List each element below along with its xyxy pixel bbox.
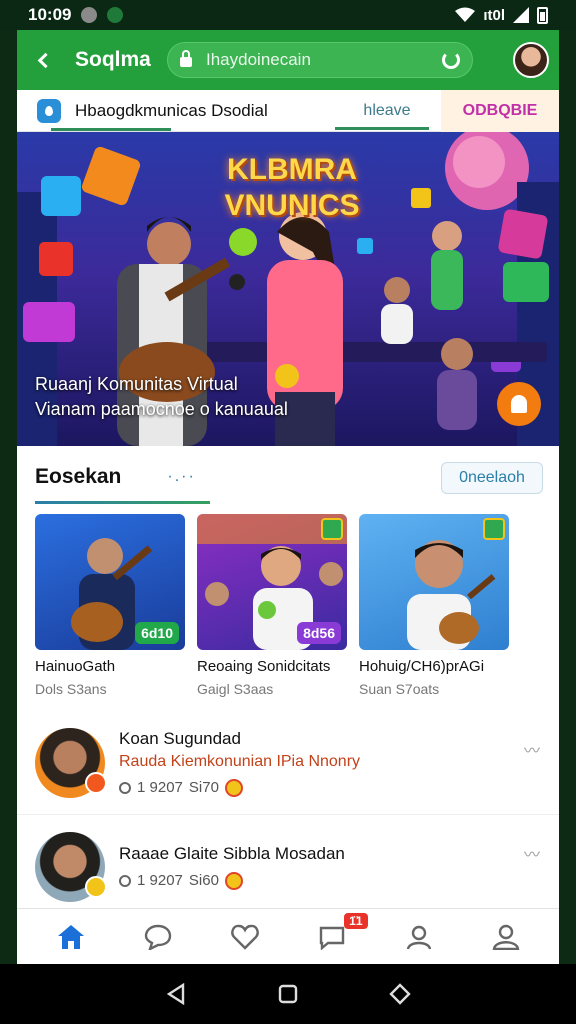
back-button[interactable] bbox=[31, 46, 59, 74]
status-bar: 10:09 ıt0l bbox=[0, 0, 576, 30]
notification-icon bbox=[81, 7, 98, 23]
members-icon bbox=[119, 874, 131, 887]
battery-icon bbox=[537, 6, 548, 24]
app-title: Soqlma bbox=[75, 48, 151, 71]
user-avatar[interactable] bbox=[513, 42, 549, 78]
bottom-nav: 1̈1 bbox=[17, 908, 559, 964]
reload-icon[interactable] bbox=[442, 51, 460, 69]
hero-caption-line2: Vianam paamocnoe o kanuaual bbox=[35, 399, 288, 419]
sub-bar-title: Hbaogdkmunicas Dsodial bbox=[75, 100, 268, 120]
members-icon bbox=[119, 781, 131, 794]
app-window: Soqlma Ihaydoinecain Hbaogdkmunicas Dsod… bbox=[17, 30, 559, 964]
community-list: Koan Sugundad Rauda Kiemkonunian IPia Nn… bbox=[17, 711, 559, 919]
list-item-meta: 1 9207 Si70 bbox=[119, 778, 541, 797]
section-title: Eosekan bbox=[35, 465, 122, 488]
card-subtitle: Gaigl S3aas bbox=[197, 681, 274, 697]
meta-size: Si70 bbox=[188, 779, 219, 796]
meta-count: 1 9207 bbox=[137, 872, 183, 889]
list-item-subtitle: Rauda Kiemkonunian IPia Nnonry bbox=[119, 752, 361, 770]
hero-title-line2: VNUNICS bbox=[224, 189, 360, 222]
wifi-icon bbox=[455, 7, 476, 22]
hero-action-button[interactable] bbox=[497, 382, 541, 426]
tab-active[interactable]: hleave bbox=[335, 90, 439, 132]
section-indicator: ·.·· bbox=[167, 468, 196, 485]
card-item[interactable]: 6d10 HainuoGath Dols S3ans bbox=[35, 514, 185, 697]
more-options-icon[interactable]: 〰 bbox=[524, 737, 540, 761]
status-time: 10:09 bbox=[28, 5, 72, 24]
list-item-title: Raaae Glaite Sibbla Mosadan bbox=[119, 843, 345, 863]
avatar-badge-icon bbox=[85, 875, 107, 898]
emoji-icon bbox=[224, 778, 243, 797]
lock-icon bbox=[180, 50, 192, 67]
card-thumbnail: 6d10 bbox=[35, 514, 185, 650]
card-corner-icon bbox=[483, 518, 505, 540]
list-item-meta: 1 9207 Si60 bbox=[119, 871, 541, 890]
hero-banner[interactable]: KLBMRA VNUNICS Ruaanj Komunitas Virtual … bbox=[17, 132, 559, 446]
list-item-avatar bbox=[35, 831, 107, 902]
emoji-icon bbox=[224, 871, 243, 890]
signal-text: ıt0l bbox=[483, 6, 505, 24]
tab-underline bbox=[51, 128, 171, 131]
message-icon bbox=[319, 926, 344, 950]
list-item-body: Raaae Glaite Sibbla Mosadan 1 9207 Si60 bbox=[119, 844, 541, 890]
meta-count: 1 9207 bbox=[137, 779, 183, 796]
app-info-icon bbox=[37, 98, 61, 123]
list-item[interactable]: Raaae Glaite Sibbla Mosadan 1 9207 Si60 … bbox=[17, 815, 559, 919]
card-thumbnail: 8d56 bbox=[197, 514, 347, 650]
nav-chat[interactable] bbox=[138, 917, 178, 957]
back-triangle-icon[interactable] bbox=[165, 983, 187, 1005]
person-icon bbox=[406, 925, 431, 949]
tab-highlight[interactable]: ODBQBIE bbox=[441, 90, 559, 132]
section-underline bbox=[35, 501, 210, 504]
card-corner-icon bbox=[321, 518, 343, 540]
nav-home[interactable] bbox=[51, 917, 91, 957]
card-row: 6d10 HainuoGath Dols S3ans 8d56 Reoaing bbox=[17, 508, 559, 697]
card-title: Reoaing Sonidcitats bbox=[197, 658, 331, 675]
nav-favorites[interactable] bbox=[225, 917, 265, 957]
sub-bar: Hbaogdkmunicas Dsodial hleave ODBQBIE bbox=[17, 90, 559, 132]
list-item[interactable]: Koan Sugundad Rauda Kiemkonunian IPia Nn… bbox=[17, 711, 559, 815]
more-options-icon[interactable]: 〰 bbox=[524, 841, 540, 865]
system-nav-bar bbox=[0, 964, 576, 1024]
status-indicators: ıt0l bbox=[455, 6, 548, 24]
home-square-icon[interactable] bbox=[277, 983, 299, 1005]
card-badge: 6d10 bbox=[135, 622, 179, 644]
hero-banner-title: KLBMRA VNUNICS bbox=[207, 152, 377, 224]
home-icon bbox=[57, 924, 84, 949]
app-notification-icon bbox=[107, 7, 124, 23]
back-chevron-icon bbox=[37, 52, 53, 68]
signal-icon bbox=[513, 7, 529, 23]
top-bar: Soqlma Ihaydoinecain bbox=[17, 30, 559, 90]
hero-caption: Ruaanj Komunitas Virtual Vianam paamocno… bbox=[35, 374, 288, 420]
card-title: HainuoGath bbox=[35, 658, 116, 675]
card-thumbnail bbox=[359, 514, 509, 650]
nav-messages[interactable]: 1̈1 bbox=[312, 912, 368, 957]
list-item-title: Koan Sugundad bbox=[119, 728, 241, 748]
section-action-button[interactable]: 0neelaoh bbox=[441, 462, 543, 494]
card-item[interactable]: Hohuig/CH6)prAGi Suan S7oats bbox=[359, 514, 509, 697]
card-subtitle: Suan S7oats bbox=[359, 681, 440, 697]
message-count-badge: 1̈1 bbox=[344, 912, 368, 929]
nav-friends[interactable] bbox=[399, 917, 439, 957]
hero-caption-line1: Ruaanj Komunitas Virtual bbox=[35, 374, 238, 394]
url-bar[interactable]: Ihaydoinecain bbox=[167, 42, 473, 78]
recents-diamond-icon[interactable] bbox=[389, 983, 411, 1005]
card-subtitle: Dols S3ans bbox=[35, 681, 107, 697]
card-badge: 8d56 bbox=[297, 622, 341, 644]
meta-size: Si60 bbox=[188, 872, 219, 889]
avatar-badge-icon bbox=[85, 771, 107, 794]
list-item-avatar bbox=[35, 727, 107, 798]
nav-profile[interactable] bbox=[486, 917, 526, 957]
card-title: Hohuig/CH6)prAGi bbox=[359, 658, 485, 675]
url-text: Ihaydoinecain bbox=[206, 50, 311, 69]
profile-icon bbox=[492, 924, 519, 950]
hero-title-line1: KLBMRA bbox=[227, 153, 357, 186]
heart-icon bbox=[230, 924, 259, 950]
list-item-body: Koan Sugundad Rauda Kiemkonunian IPia Nn… bbox=[119, 729, 541, 797]
chat-bubble-icon bbox=[144, 924, 171, 950]
section-header: Eosekan ·.·· 0neelaoh bbox=[17, 446, 559, 508]
card-item[interactable]: 8d56 Reoaing Sonidcitats Gaigl S3aas bbox=[197, 514, 347, 697]
